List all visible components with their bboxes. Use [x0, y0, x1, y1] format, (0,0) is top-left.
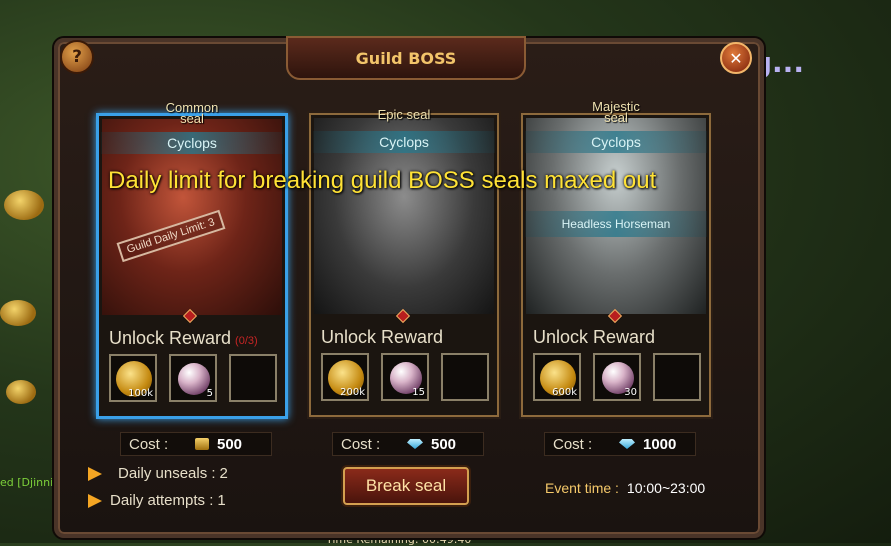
cost-bar-majestic: Cost : 1000: [544, 432, 696, 456]
question-mark-icon: ?: [72, 47, 82, 67]
cost-value: 500: [431, 435, 457, 453]
seal-name: Epic seal: [377, 107, 431, 122]
reward-title-text: Unlock Reward: [109, 328, 232, 348]
reward-amount: 15: [412, 387, 425, 398]
cost-bar-common: Cost : 500: [120, 432, 272, 456]
background-gold-pile: [4, 190, 44, 220]
arrow-right-icon: [88, 493, 102, 508]
reward-slot[interactable]: 30: [593, 353, 641, 401]
reward-slot[interactable]: 200k: [321, 353, 369, 401]
reward-amount: 200k: [340, 387, 365, 398]
pearl-icon: [178, 363, 210, 395]
background-chat-text: ed [Djinni]: [0, 476, 58, 489]
event-time-value: 10:00~23:00: [626, 480, 706, 496]
seal-card-common[interactable]: Common seal Cyclops Guild Daily Limit: 3…: [96, 101, 288, 419]
seal-card-epic[interactable]: Epic seal Cyclops Unlock Reward 200k 15: [309, 108, 499, 417]
background-gold-pile: [0, 300, 36, 326]
boss-name-bar: Headless Horseman: [525, 211, 707, 237]
close-button[interactable]: ✕: [720, 42, 752, 74]
cost-value: 500: [217, 435, 243, 453]
unlock-reward-title: Unlock Reward: [321, 327, 444, 347]
diamond-icon: [619, 439, 635, 449]
reward-progress: (0/3): [235, 335, 258, 347]
close-icon: ✕: [729, 48, 743, 68]
reward-amount: 5: [206, 388, 213, 399]
reward-slot-empty: [441, 353, 489, 401]
unlock-reward-title: Unlock Reward: [533, 327, 656, 347]
daily-unseals-row: Daily unseals : 2: [88, 465, 228, 482]
cost-label: Cost :: [341, 435, 381, 453]
reward-slot[interactable]: 5: [169, 354, 217, 402]
reward-slot[interactable]: 600k: [533, 353, 581, 401]
title-bar: Guild BOSS: [286, 36, 526, 80]
cost-bar-epic: Cost : 500: [332, 432, 484, 456]
reward-slot-empty: [653, 353, 701, 401]
boss-name-bar: Cyclops: [313, 131, 495, 153]
reward-slot[interactable]: 15: [381, 353, 429, 401]
background-gold-pile: [6, 380, 36, 404]
help-button[interactable]: ?: [60, 40, 94, 74]
window-title: Guild BOSS: [355, 48, 457, 68]
reward-amount: 30: [624, 387, 637, 398]
daily-unseals-label: Daily unseals :: [118, 465, 216, 482]
gold-icon: [195, 438, 209, 450]
daily-attempts-value: 1: [217, 492, 226, 509]
daily-attempts-label: Daily attempts :: [110, 492, 214, 509]
arrow-right-icon: [88, 466, 102, 481]
event-time: Event time : 10:00~23:00: [545, 480, 705, 496]
unlock-reward-title: Unlock Reward (0/3): [109, 328, 258, 349]
cost-label: Cost :: [553, 435, 593, 453]
daily-limit-message: Daily limit for breaking guild BOSS seal…: [108, 167, 657, 194]
break-seal-button[interactable]: Break seal: [343, 467, 469, 505]
seal-name: Common seal: [165, 100, 219, 126]
reward-amount: 600k: [552, 387, 577, 398]
seal-name: Majestic seal: [592, 99, 640, 125]
reward-amount: 100k: [128, 388, 153, 399]
boss-name-bar: Cyclops: [525, 131, 707, 153]
daily-attempts-row: Daily attempts : 1: [88, 492, 226, 509]
diamond-icon: [407, 439, 423, 449]
event-time-label: Event time :: [545, 480, 619, 496]
cost-value: 1000: [643, 435, 677, 453]
seal-card-majestic[interactable]: Majestic seal Cyclops Headless Horseman …: [521, 100, 711, 417]
reward-slot[interactable]: 100k: [109, 354, 157, 402]
cost-label: Cost :: [129, 435, 169, 453]
reward-slot-empty: [229, 354, 277, 402]
daily-unseals-value: 2: [219, 465, 228, 482]
boss-name-bar: Cyclops: [101, 132, 283, 154]
